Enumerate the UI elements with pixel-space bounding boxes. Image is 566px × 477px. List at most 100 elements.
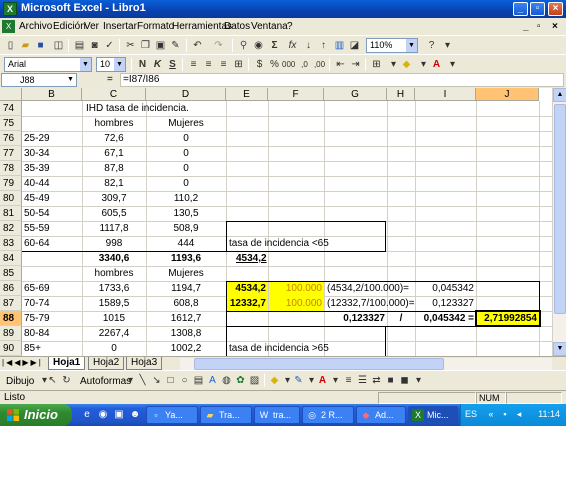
column-header-i[interactable]: I xyxy=(415,88,476,101)
task-button-2[interactable]: ▰ Tra... xyxy=(200,406,252,424)
menu-edicion[interactable]: Edición xyxy=(53,21,86,32)
oval-icon[interactable]: ○ xyxy=(178,374,191,387)
close-button[interactable]: × xyxy=(548,2,563,16)
cell-j88[interactable]: 2,71992854 xyxy=(476,311,539,326)
increase-decimal-icon[interactable]: ,0 xyxy=(298,58,311,71)
redo-icon[interactable]: ↷ xyxy=(212,39,225,52)
task-button-excel[interactable]: X Mic... xyxy=(408,406,458,424)
borders-icon[interactable]: ⊞ xyxy=(370,58,383,71)
horizontal-scrollbar[interactable] xyxy=(180,358,552,370)
cell-b77[interactable]: 30-34 xyxy=(22,146,52,161)
percent-icon[interactable]: % xyxy=(268,58,281,71)
messenger-icon[interactable]: ☻ xyxy=(128,408,142,422)
align-right-icon[interactable]: ≡ xyxy=(217,58,230,71)
network-icon[interactable]: ▪ xyxy=(499,408,511,420)
row-header[interactable]: 75 xyxy=(0,116,22,131)
row-header[interactable]: 89 xyxy=(0,326,22,341)
font-combo[interactable]: Arial ▼ xyxy=(4,57,92,72)
task-button-3[interactable]: Wtra... xyxy=(254,406,300,424)
cell-b82[interactable]: 55-59 xyxy=(22,221,52,236)
font-color-icon[interactable]: A xyxy=(316,374,329,387)
cell-b78[interactable]: 35-39 xyxy=(22,161,52,176)
sheet-tab-hoja2[interactable]: Hoja2 xyxy=(88,357,125,370)
start-button[interactable]: Inicio xyxy=(0,404,72,426)
row-header[interactable]: 77 xyxy=(0,146,22,161)
tray-arrow-icon[interactable]: « xyxy=(485,408,497,420)
cell-d89[interactable]: 1308,8 xyxy=(146,326,226,341)
align-left-icon[interactable]: ≡ xyxy=(187,58,200,71)
cell-d86[interactable]: 1194,7 xyxy=(146,281,226,296)
chevron-down-icon[interactable]: ▾ xyxy=(446,58,459,71)
vertical-scrollbar[interactable]: ▲ ▼ xyxy=(552,88,566,356)
line-style-icon[interactable]: ≡ xyxy=(342,374,355,387)
cell-i86[interactable]: 0,045342 xyxy=(415,281,476,296)
hyperlink-icon[interactable]: ⚲ xyxy=(237,39,250,52)
cell-d81[interactable]: 130,5 xyxy=(146,206,226,221)
cell-d75[interactable]: Mujeres xyxy=(146,116,226,131)
save-icon[interactable]: ■ xyxy=(34,39,47,52)
sheet-tab-hoja3[interactable]: Hoja3 xyxy=(126,357,163,370)
volume-icon[interactable]: ◂ xyxy=(513,408,525,420)
copy-icon[interactable]: ❐ xyxy=(139,39,152,52)
row-header[interactable]: 82 xyxy=(0,221,22,236)
cell-g87[interactable]: (12332,7/100.000)= xyxy=(325,296,417,311)
column-header-h[interactable]: H xyxy=(387,88,415,101)
column-header-b[interactable]: B xyxy=(22,88,82,101)
row-header[interactable]: 85 xyxy=(0,266,22,281)
fill-color-icon[interactable]: ◆ xyxy=(400,58,413,71)
cell-b81[interactable]: 50-54 xyxy=(22,206,52,221)
cell-b87[interactable]: 70-74 xyxy=(22,296,52,311)
column-header-j[interactable]: J xyxy=(476,88,539,101)
cell-c84[interactable]: 3340,6 xyxy=(82,251,146,266)
cell-b80[interactable]: 45-49 xyxy=(22,191,52,206)
cell-d76[interactable]: 0 xyxy=(146,131,226,146)
cell-e86[interactable]: 4534,2 xyxy=(226,281,268,296)
undo-icon[interactable]: ↶ xyxy=(191,39,204,52)
permission-icon[interactable]: ◫ xyxy=(52,39,65,52)
cell-e83[interactable]: tasa de incidencia <65 xyxy=(227,236,331,251)
line-color-icon[interactable]: ✎ xyxy=(292,374,305,387)
rotate-icon[interactable]: ↻ xyxy=(60,374,73,387)
arrow-style-icon[interactable]: ⇄ xyxy=(370,374,383,387)
excel-icon[interactable]: X xyxy=(3,2,17,16)
cell-d87[interactable]: 608,8 xyxy=(146,296,226,311)
font-color-icon[interactable]: A xyxy=(430,58,443,71)
column-header-e[interactable]: E xyxy=(226,88,268,101)
row-header[interactable]: 84 xyxy=(0,251,22,266)
picture-icon[interactable]: ▨ xyxy=(248,374,261,387)
sheet-tab-hoja1[interactable]: Hoja1 xyxy=(48,357,86,370)
cell-c90[interactable]: 0 xyxy=(82,341,146,356)
cell-c86[interactable]: 1733,6 xyxy=(82,281,146,296)
cell-b79[interactable]: 40-44 xyxy=(22,176,52,191)
menu-ver[interactable]: Ver xyxy=(84,21,99,32)
cell-d77[interactable]: 0 xyxy=(146,146,226,161)
cell-e84[interactable]: 4534,2 xyxy=(234,251,269,266)
cell-c87[interactable]: 1589,5 xyxy=(82,296,146,311)
paste-icon[interactable]: ▣ xyxy=(154,39,167,52)
cell-c77[interactable]: 67,1 xyxy=(82,146,146,161)
menu-ayuda[interactable]: ? xyxy=(287,21,293,32)
merge-center-icon[interactable]: ⊞ xyxy=(232,58,245,71)
column-header-g[interactable]: G xyxy=(324,88,387,101)
menu-ventana[interactable]: Ventana xyxy=(251,21,288,32)
cell-d79[interactable]: 0 xyxy=(146,176,226,191)
align-center-icon[interactable]: ≡ xyxy=(202,58,215,71)
scroll-thumb[interactable] xyxy=(194,358,444,370)
sort-descending-icon[interactable]: ↑ xyxy=(317,39,330,52)
media-icon[interactable]: ◉ xyxy=(96,408,110,422)
open-icon[interactable]: ▰ xyxy=(19,39,32,52)
scroll-down-icon[interactable]: ▼ xyxy=(553,342,566,356)
cell-i87[interactable]: 0,123327 xyxy=(415,296,476,311)
toolbar-options-icon[interactable]: ▾ xyxy=(441,39,454,52)
fill-color-icon[interactable]: ◆ xyxy=(268,374,281,387)
chevron-down-icon[interactable]: ▾ xyxy=(387,58,400,71)
formula-input[interactable]: =I87/I86 xyxy=(120,73,564,87)
task-button-1[interactable]: ▫ Ya... xyxy=(146,406,198,424)
menu-insertar[interactable]: Insertar xyxy=(103,21,137,32)
cell-c89[interactable]: 2267,4 xyxy=(82,326,146,341)
row-header[interactable]: 79 xyxy=(0,176,22,191)
cell-c79[interactable]: 82,1 xyxy=(82,176,146,191)
cell-d83[interactable]: 444 xyxy=(146,236,226,251)
column-header-d[interactable]: D xyxy=(146,88,226,101)
increase-indent-icon[interactable]: ⇥ xyxy=(349,58,362,71)
